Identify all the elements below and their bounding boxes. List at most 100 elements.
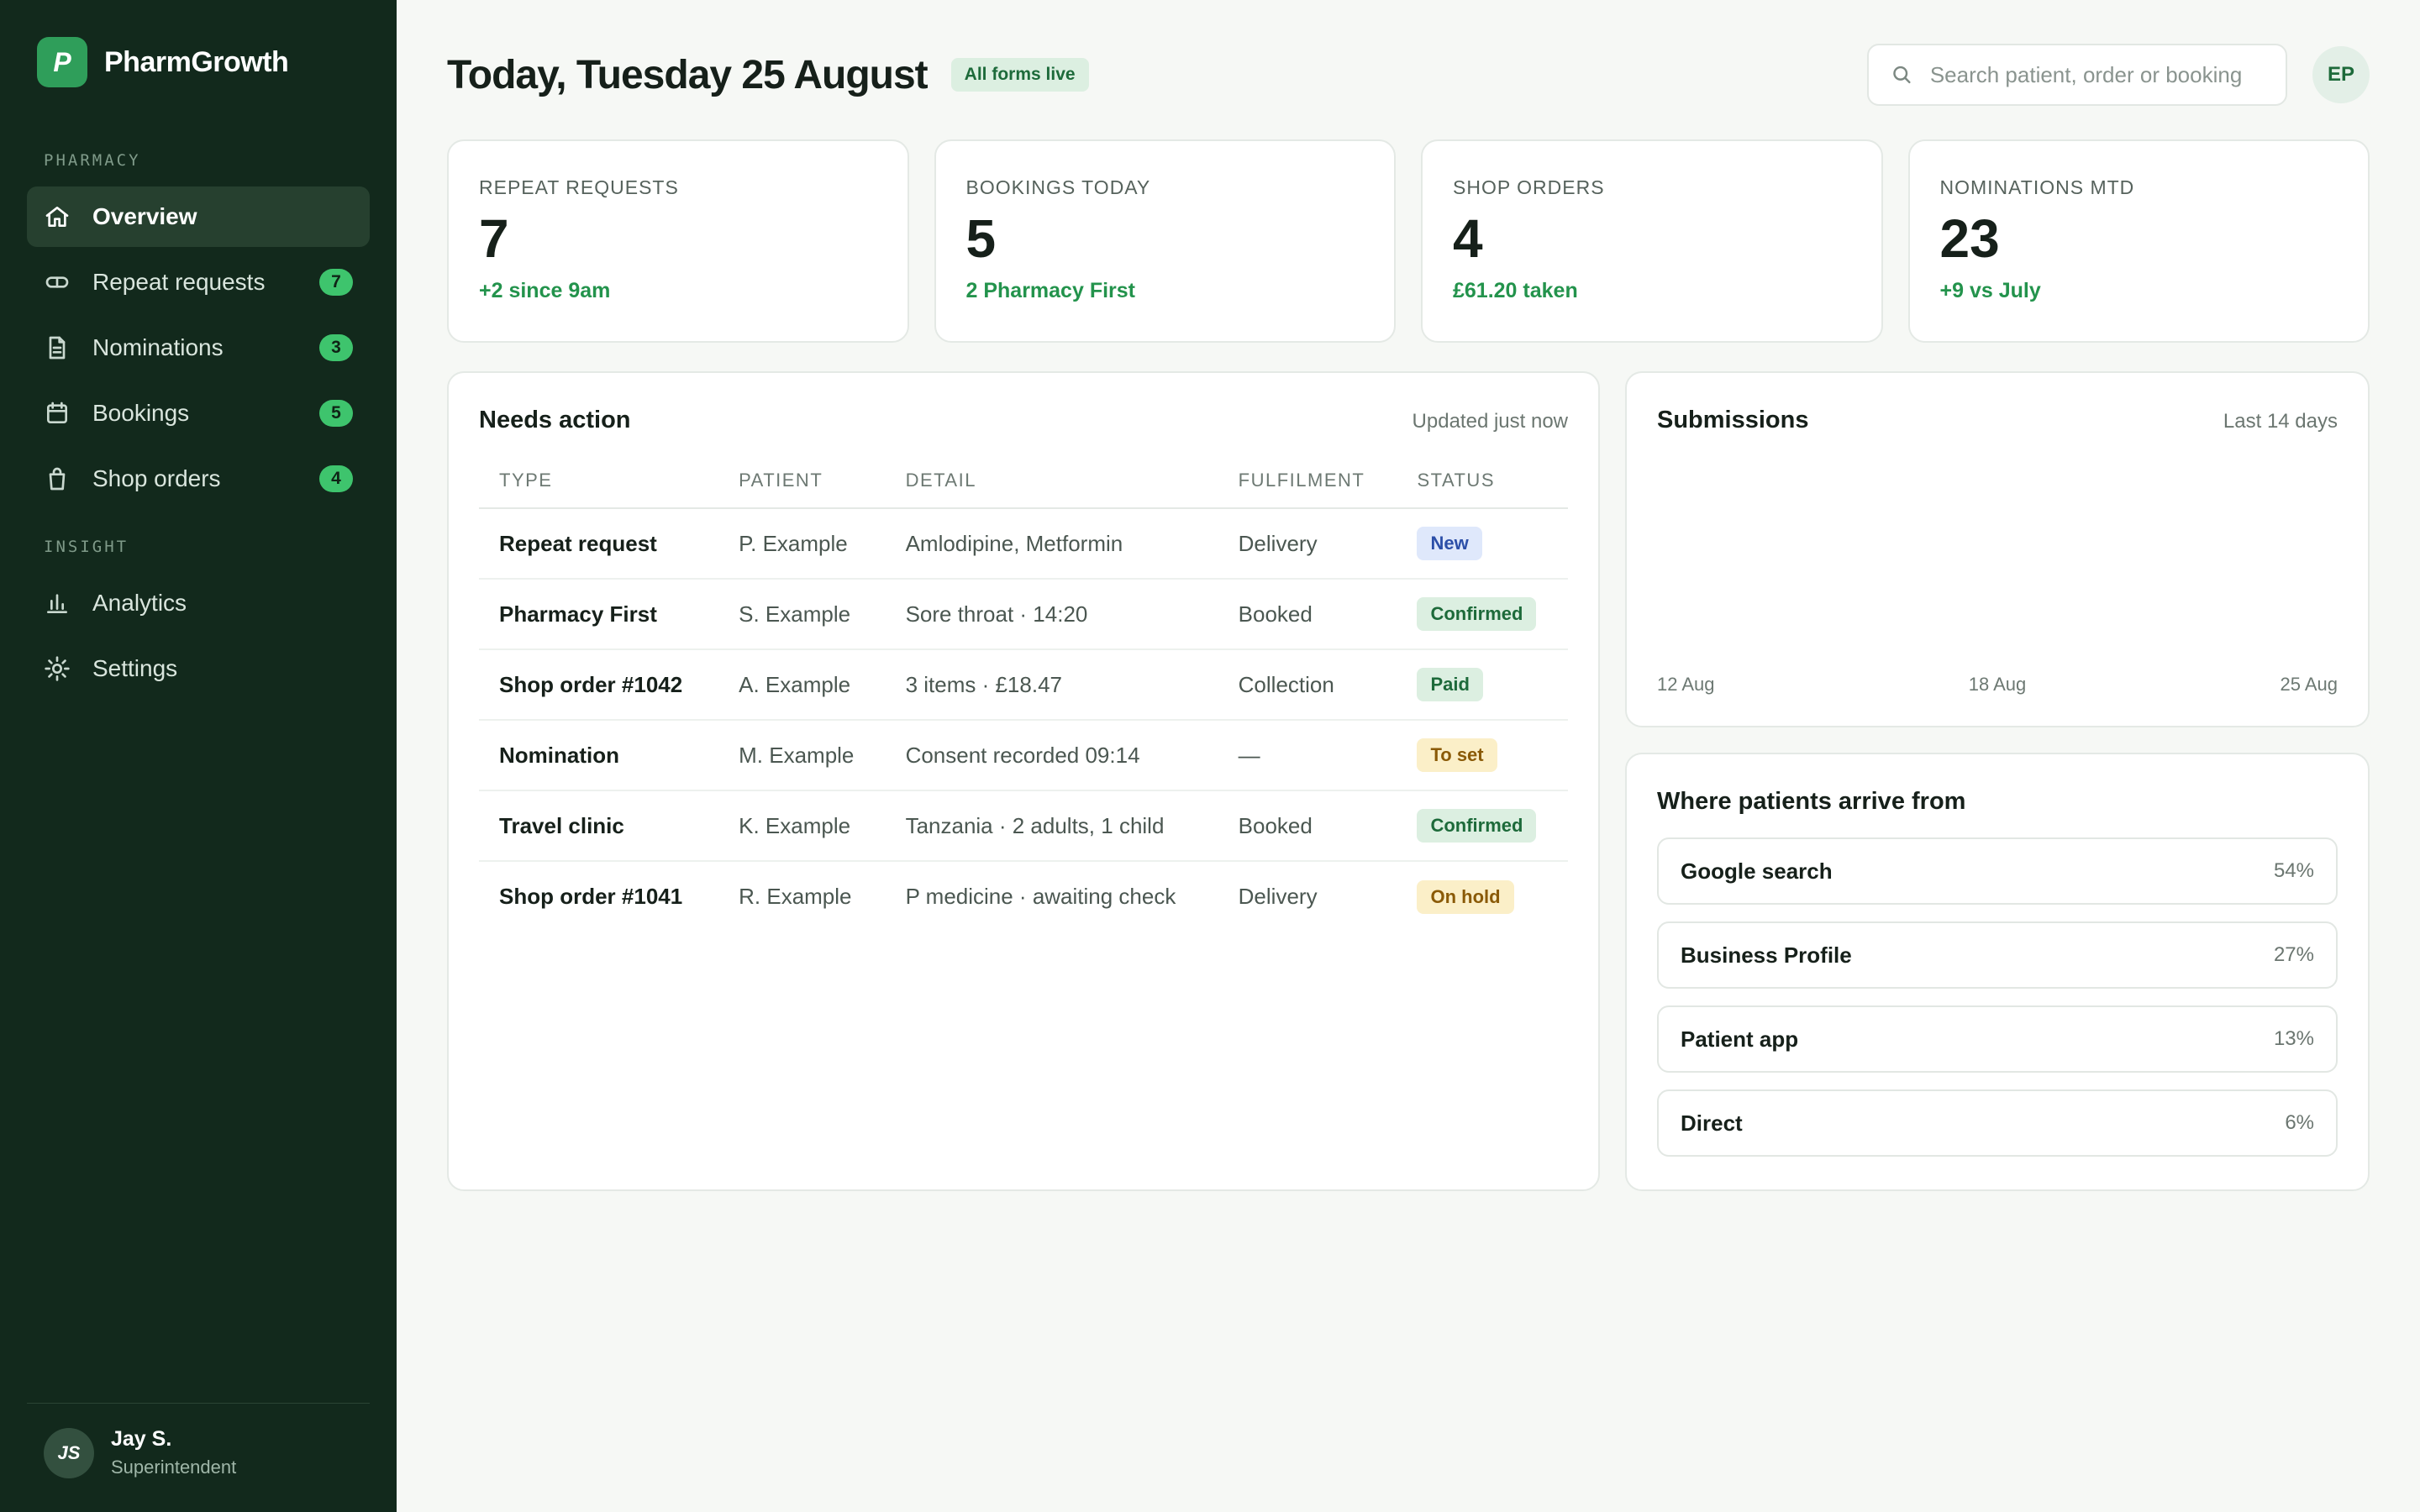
column-header[interactable]: FULFILMENT — [1218, 453, 1397, 509]
sidebar-item-shop-orders[interactable]: Shop orders 4 — [27, 449, 370, 509]
user-name: Jay S. — [111, 1427, 172, 1451]
count-badge: 5 — [319, 400, 353, 427]
source-percent: 6% — [2285, 1111, 2314, 1134]
table-row[interactable]: Nomination M. Example Consent recorded 0… — [479, 720, 1568, 791]
column-header[interactable]: PATIENT — [718, 453, 886, 509]
column-header[interactable]: STATUS — [1397, 453, 1568, 509]
cell-fulfilment: Delivery — [1218, 508, 1397, 580]
stat-label: NOMINATIONS MTD — [1939, 176, 2135, 198]
panel-title: Needs action — [479, 407, 631, 433]
list-item[interactable]: Patient app 13% — [1657, 1005, 2338, 1073]
stat-value: 4 — [1453, 208, 1483, 269]
sidebar-item-label: Bookings — [92, 400, 190, 426]
cell-status: New — [1397, 508, 1568, 580]
x-tick-label: 18 Aug — [1968, 674, 2027, 695]
x-tick-label: 12 Aug — [1657, 674, 1715, 695]
cell-patient: R. Example — [739, 884, 852, 909]
stat-delta: +2 since 9am — [479, 279, 611, 303]
list-item[interactable]: Business Profile 27% — [1657, 921, 2338, 989]
table-row[interactable]: Shop order #1041 R. Example P medicine ·… — [479, 861, 1568, 932]
cell-patient: S. Example — [718, 579, 886, 650]
cell-status: Paid — [1397, 649, 1568, 721]
brand-logo: P — [37, 37, 87, 87]
sidebar-item-label: Overview — [92, 203, 197, 229]
page-title: Today, Tuesday 25 August — [447, 52, 929, 97]
sidebar-item-nominations[interactable]: Nominations 3 — [27, 318, 370, 378]
sidebar-item-label: Analytics — [92, 590, 187, 616]
stat-label: BOOKINGS TODAY — [965, 176, 1151, 198]
source-list: Google search 54% Business Profile 27% P… — [1657, 837, 2338, 1157]
source-name: Patient app — [1681, 1026, 1799, 1052]
cell-type: Repeat request — [479, 508, 719, 580]
search-icon — [1893, 66, 1911, 84]
cell-patient: K. Example — [718, 790, 886, 862]
gear-icon — [44, 655, 71, 682]
user-profile[interactable]: JS Jay S. Superintendent — [27, 1403, 370, 1478]
list-item[interactable]: Direct 6% — [1657, 1089, 2338, 1157]
panel-meta: Last 14 days — [2223, 410, 2338, 433]
app: P PharmGrowth PHARMACY Overview Repeat r… — [0, 0, 2420, 1512]
sidebar-item-settings[interactable]: Settings — [27, 638, 370, 699]
panel-title: Submissions — [1657, 407, 1809, 433]
nav-section-pharmacy: PHARMACY — [44, 151, 141, 170]
document-icon — [44, 334, 71, 361]
column-header[interactable]: TYPE — [479, 453, 719, 509]
stat-card-bookings-today[interactable]: BOOKINGS TODAY 5 2 Pharmacy First — [934, 139, 1396, 343]
avatar[interactable]: EP — [2312, 46, 2370, 103]
sidebar-item-bookings[interactable]: Bookings 5 — [27, 383, 370, 444]
count-badge: 3 — [319, 334, 353, 361]
table-row[interactable]: Travel clinic K. Example Tanzania · 2 ad… — [479, 790, 1568, 862]
main-content: Today, Tuesday 25 August All forms live … — [397, 0, 2420, 1512]
stat-card-repeat-requests[interactable]: REPEAT REQUESTS 7 +2 since 9am — [447, 139, 909, 343]
sidebar-item-overview[interactable]: Overview — [27, 186, 370, 247]
bar-chart-icon — [44, 590, 71, 617]
user-role: Superintendent — [111, 1457, 237, 1478]
x-tick-label: 25 Aug — [2280, 674, 2338, 695]
source-name: Google search — [1681, 858, 1833, 884]
list-item[interactable]: Google search 54% — [1657, 837, 2338, 905]
table-row[interactable]: Repeat request P. Example Amlodipine, Me… — [479, 508, 1568, 580]
cell-status: On hold — [1397, 861, 1568, 932]
sidebar-item-label: Settings — [92, 655, 178, 681]
cell-patient: P. Example — [718, 508, 886, 580]
panel-title: Where patients arrive from — [1657, 788, 1966, 815]
stat-delta: 2 Pharmacy First — [965, 279, 1136, 303]
table-row[interactable]: Shop order #1042 A. Example 3 items · £1… — [479, 649, 1568, 721]
cell-fulfilment: Booked — [1218, 579, 1397, 650]
sidebar-item-label: Shop orders — [92, 465, 221, 491]
panel-meta: Updated just now — [1412, 410, 1568, 433]
column-header[interactable]: DETAIL — [885, 453, 1218, 509]
home-icon — [44, 203, 71, 230]
cell-type: Travel clinic — [479, 790, 719, 862]
cell-patient: A. Example — [718, 649, 886, 721]
sidebar-item-repeat-requests[interactable]: Repeat requests 7 — [27, 252, 370, 312]
count-badge: 4 — [319, 465, 353, 492]
source-percent: 27% — [2273, 943, 2314, 966]
stat-card-shop-orders[interactable]: SHOP ORDERS 4 £61.20 taken — [1421, 139, 1883, 343]
topbar: Today, Tuesday 25 August All forms live … — [447, 44, 2370, 106]
sidebar-item-label: Repeat requests — [92, 269, 266, 295]
calendar-icon — [44, 400, 71, 427]
table-row[interactable]: Pharmacy First S. Example Sore throat · … — [479, 579, 1568, 650]
stat-card-nominations-mtd[interactable]: NOMINATIONS MTD 23 +9 vs July — [1907, 139, 2370, 343]
lower-section: Needs action Updated just now TYPE PATIE… — [447, 371, 2370, 1191]
panel-header: Submissions Last 14 days — [1657, 407, 2338, 434]
panel-header: Needs action Updated just now — [479, 407, 1568, 434]
stat-delta: £61.20 taken — [1453, 279, 1578, 303]
chart-x-axis: 12 Aug 18 Aug 25 Aug — [1657, 674, 2338, 696]
submissions-panel: Submissions Last 14 days 12 Aug 18 Aug 2… — [1625, 371, 2370, 727]
cell-detail: Amlodipine, Metformin — [885, 508, 1218, 580]
search-box[interactable] — [1867, 44, 2287, 106]
cell-status: Confirmed — [1397, 579, 1568, 650]
count-badge: 7 — [319, 269, 353, 296]
stat-label: REPEAT REQUESTS — [479, 176, 679, 198]
sidebar-item-analytics[interactable]: Analytics — [27, 573, 370, 633]
status-badge: All forms live — [950, 58, 1089, 92]
right-column: Submissions Last 14 days 12 Aug 18 Aug 2… — [1625, 371, 2370, 1191]
status-badge: To set — [1417, 738, 1497, 772]
table-header-row: TYPE PATIENT DETAIL FULFILMENT STATUS — [479, 453, 1568, 509]
stats-row: REPEAT REQUESTS 7 +2 since 9am BOOKINGS … — [447, 139, 2370, 343]
search-input[interactable] — [1929, 61, 2264, 88]
brand[interactable]: P PharmGrowth — [27, 37, 370, 87]
